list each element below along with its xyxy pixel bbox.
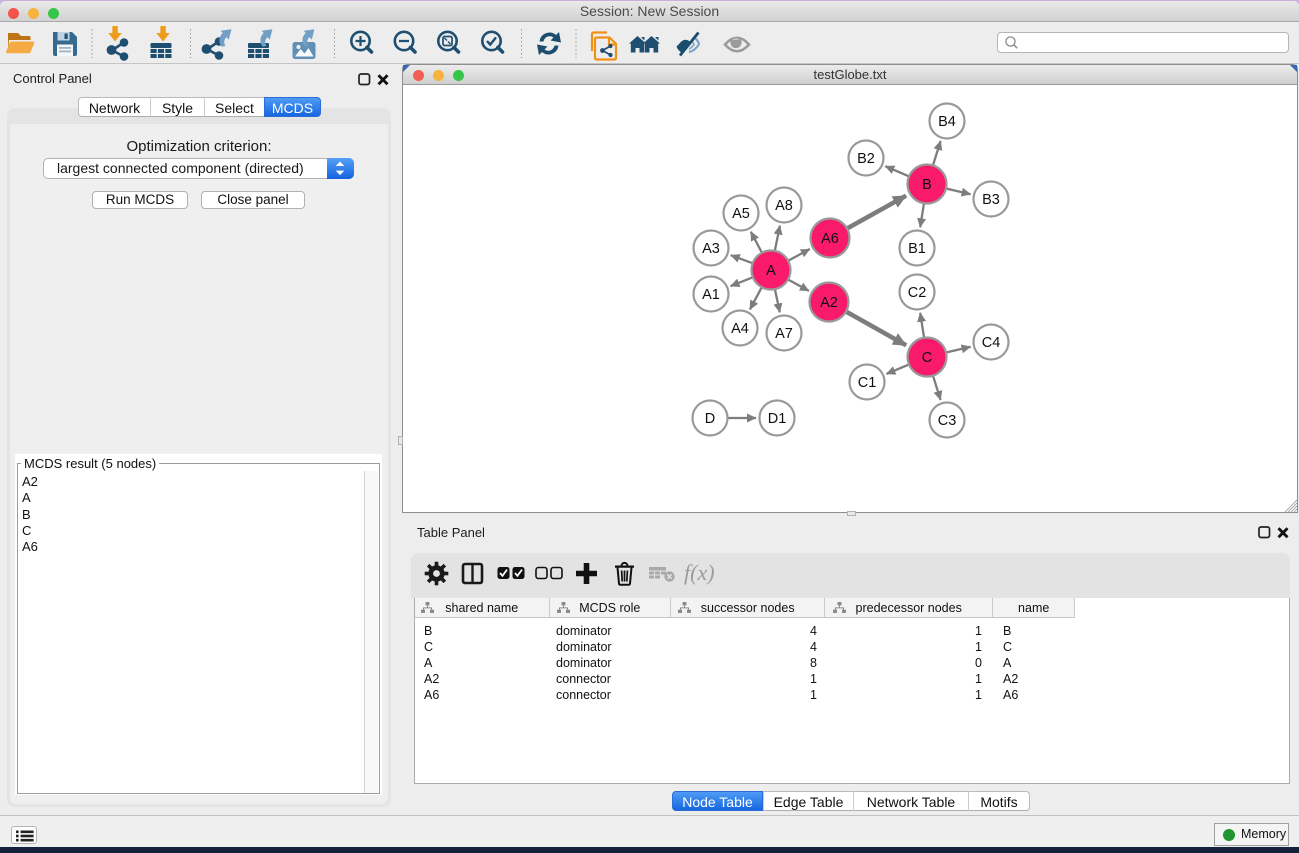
svg-text:B2: B2 [857,151,875,167]
svg-text:B3: B3 [982,192,1000,208]
svg-text:B4: B4 [938,114,956,130]
svg-text:A: A [766,263,776,279]
svg-text:B: B [922,177,932,193]
svg-text:A7: A7 [775,326,793,342]
svg-text:C4: C4 [982,335,1001,351]
svg-text:D1: D1 [768,411,787,427]
svg-text:C3: C3 [938,413,957,429]
svg-text:A4: A4 [731,321,749,337]
svg-text:D: D [705,411,715,427]
svg-text:A6: A6 [821,231,839,247]
svg-text:A3: A3 [702,241,720,257]
svg-text:A5: A5 [732,206,750,222]
svg-text:C2: C2 [908,285,927,301]
svg-text:A1: A1 [702,287,720,303]
svg-text:C1: C1 [858,375,877,391]
svg-text:B1: B1 [908,241,926,257]
svg-text:A2: A2 [820,295,838,311]
svg-text:C: C [922,350,932,366]
svg-text:A8: A8 [775,198,793,214]
